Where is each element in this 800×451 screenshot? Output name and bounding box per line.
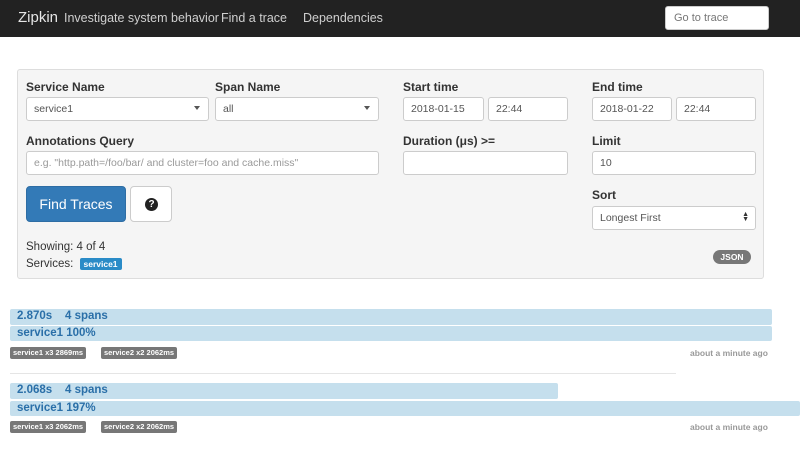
brand-logo[interactable]: Zipkin xyxy=(18,9,58,26)
trace-service-bar xyxy=(10,326,772,341)
trace-service-bar xyxy=(10,401,800,416)
service-tag: service2 x2 2062ms xyxy=(101,347,178,359)
duration-input[interactable] xyxy=(403,151,568,175)
navbar-tagline: Investigate system behavior xyxy=(64,11,219,25)
go-to-trace-input[interactable] xyxy=(665,6,769,30)
caret-down-icon xyxy=(364,106,370,110)
trace-timestamp: about a minute ago xyxy=(690,422,768,432)
span-name-select[interactable]: all xyxy=(215,97,379,121)
json-button[interactable]: JSON xyxy=(713,250,751,264)
services-label: Services: xyxy=(26,258,74,271)
question-circle-icon: ? xyxy=(145,198,158,211)
trace-divider xyxy=(10,373,676,374)
sort-select[interactable]: Longest First ▲ ▼ xyxy=(592,206,756,230)
services-summary: Services: service1 xyxy=(26,258,122,270)
service-name-label: Service Name xyxy=(26,80,105,94)
service-badge[interactable]: service1 xyxy=(79,258,122,270)
annotations-query-input[interactable]: e.g. "http.path=/foo/bar/ and cluster=fo… xyxy=(26,151,379,175)
trace-service: service1 100% xyxy=(17,327,96,339)
trace-duration-bar xyxy=(10,309,772,325)
results-count: Showing: 4 of 4 xyxy=(26,241,106,253)
nav-find-trace[interactable]: Find a trace xyxy=(221,11,287,25)
service-tag: service1 x3 2869ms xyxy=(10,347,87,359)
sort-label: Sort xyxy=(592,188,616,202)
annotations-query-label: Annotations Query xyxy=(26,134,135,148)
trace-span-count: 4 spans xyxy=(65,384,108,396)
service-tag: service2 x2 2062ms xyxy=(101,421,178,433)
end-time-label: End time xyxy=(592,80,643,94)
find-traces-button[interactable]: Find Traces xyxy=(26,186,126,222)
trace-timestamp: about a minute ago xyxy=(690,348,768,358)
trace-span-count: 4 spans xyxy=(65,310,108,322)
start-time-input[interactable]: 22:44 xyxy=(488,97,568,121)
service-name-value: service1 xyxy=(34,103,74,115)
service-tag: service1 x3 2062ms xyxy=(10,421,87,433)
trace-service: service1 197% xyxy=(17,402,96,414)
service-name-select[interactable]: service1 xyxy=(26,97,209,121)
updown-caret-icon: ▲ ▼ xyxy=(742,211,749,223)
span-name-value: all xyxy=(223,103,234,115)
trace-duration: 2.068s xyxy=(17,384,53,396)
limit-label: Limit xyxy=(592,134,621,148)
end-time-input[interactable]: 22:44 xyxy=(676,97,756,121)
start-date-input[interactable]: 2018-01-15 xyxy=(403,97,484,121)
span-name-label: Span Name xyxy=(215,80,281,94)
start-time-label: Start time xyxy=(403,80,459,94)
nav-dependencies[interactable]: Dependencies xyxy=(303,11,383,25)
top-navbar: Zipkin Investigate system behavior Find … xyxy=(0,0,800,37)
search-panel: Service Name service1 Span Name all Star… xyxy=(17,69,764,279)
limit-input[interactable]: 10 xyxy=(592,151,756,175)
duration-label: Duration (μs) >= xyxy=(403,134,496,148)
sort-value: Longest First xyxy=(600,212,661,224)
help-button[interactable]: ? xyxy=(130,186,172,222)
trace-duration: 2.870s xyxy=(17,310,53,322)
caret-down-icon xyxy=(194,106,200,110)
end-date-input[interactable]: 2018-01-22 xyxy=(592,97,672,121)
